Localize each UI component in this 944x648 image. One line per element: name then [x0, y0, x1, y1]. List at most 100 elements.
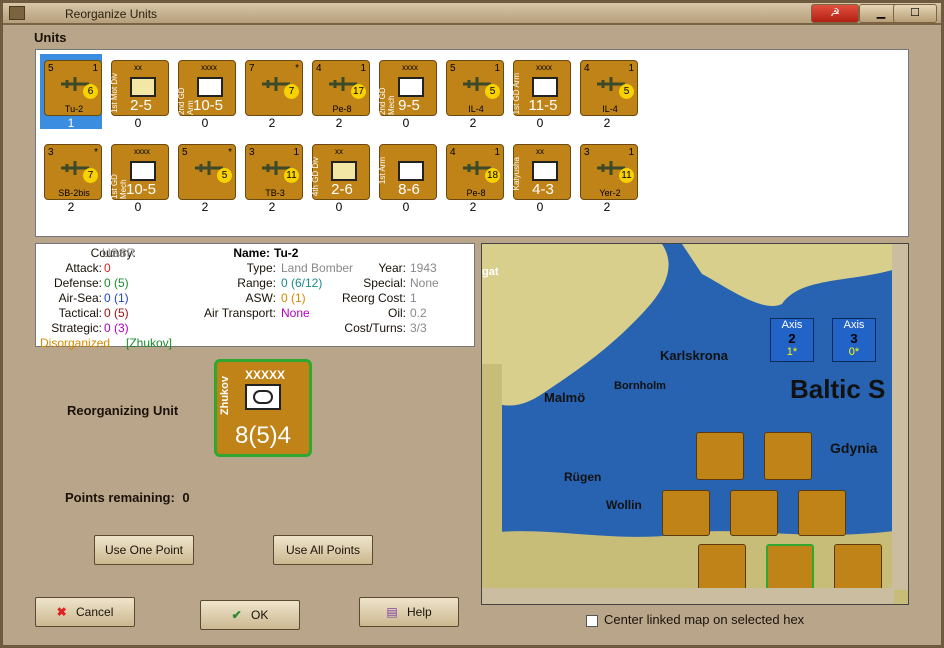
unit-slot[interactable]: 4th GD Div xx 2-6 0	[308, 138, 370, 214]
unit-size: xx	[536, 147, 544, 156]
unit-strength: 2-5	[130, 97, 152, 114]
unit-size: xx	[335, 147, 343, 156]
arm-symbol-icon	[398, 161, 424, 181]
unit-slot[interactable]: 1st GD Arm xxxx 11-5 0	[509, 54, 571, 130]
unit-counter[interactable]: 3 1 11 Yer-2	[580, 144, 638, 200]
map-counter-selected[interactable]	[766, 544, 814, 590]
unit-counter[interactable]: 4 1 18 Pe-8	[446, 144, 504, 200]
unit-strength: 10-5	[125, 181, 157, 198]
axis-value-2: 3	[850, 331, 858, 346]
unit-counter[interactable]: 5 1 5 IL-4	[446, 60, 504, 116]
unit-counter[interactable]: 1st Mot Div xx 2-5	[110, 60, 169, 116]
unit-counter[interactable]: 3 * 7 SB-2bis	[44, 144, 102, 200]
unit-slot[interactable]: 1st Arm 8-6 0	[375, 138, 437, 214]
unit-size: xx	[134, 63, 142, 72]
unit-slot[interactable]: 7 * 7 2	[241, 54, 303, 130]
unit-type-name: TB-3	[265, 188, 285, 198]
unit-counter[interactable]: 1st GD Mech xxxx 10-5	[110, 144, 169, 200]
map-counter-5[interactable]	[798, 490, 846, 536]
axis-marker-2[interactable]: Axis 3 0*	[832, 318, 876, 362]
unit-counter[interactable]: 1st GD Arm xxxx 11-5	[512, 60, 571, 116]
checkbox-icon[interactable]	[586, 614, 598, 627]
air-transport-label: Air Transport:	[203, 306, 276, 320]
unit-counter[interactable]: 4th GD Div xx 2-6	[311, 144, 370, 200]
unit-counter[interactable]: 4 1 17 Pe-8	[312, 60, 370, 116]
unit-counter[interactable]: 4 1 5 IL-4	[580, 60, 638, 116]
unit-value: 8(5)4	[234, 422, 292, 449]
cancel-label: Cancel	[76, 605, 114, 619]
ok-button[interactable]: ✔ OK	[200, 600, 300, 630]
mech-symbol-icon	[398, 77, 424, 97]
unit-slot[interactable]: 5 * 5 2	[174, 138, 236, 214]
unit-slot[interactable]: 3 1 11 TB-3 2	[241, 138, 303, 214]
unit-counter[interactable]: 7 * 7	[245, 60, 303, 116]
unit-counter[interactable]: 3 1 11 TB-3	[245, 144, 303, 200]
unit-slot[interactable]: 1st Mot Div xx 2-5 0	[107, 54, 169, 130]
help-button[interactable]: ▤ Help	[359, 597, 459, 627]
map-counter-2[interactable]	[764, 432, 812, 480]
unit-right-value: 1	[628, 63, 634, 74]
unit-badge: 11	[284, 168, 299, 183]
center-linked-map-label: Center linked map on selected hex	[604, 612, 805, 627]
inf-symbol-icon	[331, 161, 357, 181]
unit-counter[interactable]: 2nd GD Arm xxxx 10-5	[177, 60, 236, 116]
unit-counter[interactable]: 1st Arm 8-6	[378, 144, 437, 200]
unit-strength: 4-3	[532, 181, 554, 198]
units-label: Units	[34, 30, 67, 45]
map-counter-4[interactable]	[730, 490, 778, 536]
map-counter-3[interactable]	[662, 490, 710, 536]
unit-counter[interactable]: 5 1 6 Tu-2	[44, 60, 102, 116]
points-remaining-value: 0	[182, 490, 190, 505]
unit-count: 2	[469, 116, 477, 130]
maximize-icon[interactable]: ☐	[893, 4, 937, 23]
use-one-point-button[interactable]: Use One Point	[94, 535, 194, 565]
axis-marker-1[interactable]: Axis 2 1*	[770, 318, 814, 362]
oil-label: Oil:	[388, 306, 406, 320]
use-all-points-button[interactable]: Use All Points	[273, 535, 373, 565]
unit-strength: 10-5	[192, 97, 224, 114]
reorganizing-unit-counter: Zhukov XXXXX 8(5)4	[214, 359, 312, 457]
axis-sub-2: 0*	[848, 346, 860, 358]
unit-slot[interactable]: 2nd GD Arm xxxx 10-5 0	[174, 54, 236, 130]
center-linked-map-checkbox[interactable]: Center linked map on selected hex	[586, 612, 804, 627]
map-counter-7[interactable]	[834, 544, 882, 590]
close-window-icon[interactable]: ☭	[811, 4, 859, 23]
unit-badge: 6	[83, 84, 98, 99]
leader-name: Zhukov	[219, 376, 231, 416]
unit-left-value: 5	[450, 63, 456, 74]
help-label: Help	[407, 605, 432, 619]
unit-size: xxxx	[402, 63, 418, 72]
tactical-label: Tactical:	[58, 306, 102, 320]
unit-slot[interactable]: 4 1 17 Pe-8 2	[308, 54, 370, 130]
unit-counter[interactable]: Katyusha xx 4-3	[512, 144, 571, 200]
map-horizontal-scrollbar[interactable]	[482, 588, 894, 604]
title-bar[interactable]: Reorganize Units ☭ ▁ ☐	[3, 3, 941, 25]
unit-counter[interactable]: 2nd GD Mech xxxx 9-5	[378, 60, 437, 116]
unit-slot[interactable]: 1st GD Mech xxxx 10-5 0	[107, 138, 169, 214]
unit-slot[interactable]: Katyusha xx 4-3 0	[509, 138, 571, 214]
unit-slot[interactable]: 4 1 5 IL-4 2	[576, 54, 638, 130]
cancel-button[interactable]: ✖ Cancel	[35, 597, 135, 627]
unit-count: 2	[603, 200, 611, 214]
unit-slot[interactable]: 5 1 6 Tu-2 1	[40, 54, 102, 130]
axis-label-1: Axis	[781, 319, 803, 331]
arm-symbol-icon	[197, 77, 223, 97]
cancel-icon: ✖	[56, 605, 67, 619]
map-counter-1[interactable]	[696, 432, 744, 480]
unit-right-value: 1	[92, 63, 98, 74]
unit-slot[interactable]: 5 1 5 IL-4 2	[442, 54, 504, 130]
unit-left-value: 7	[249, 63, 255, 74]
unit-counter[interactable]: 5 * 5	[178, 144, 236, 200]
unit-slot[interactable]: 2nd GD Mech xxxx 9-5 0	[375, 54, 437, 130]
linked-map[interactable]: Karlskrona Bornholm Baltic S Malmö Gdyni…	[481, 243, 909, 605]
map-counter-6[interactable]	[698, 544, 746, 590]
map-vertical-scrollbar[interactable]	[892, 244, 908, 590]
unit-slot[interactable]: 4 1 18 Pe-8 2	[442, 138, 504, 214]
unit-slot[interactable]: 3 * 7 SB-2bis 2	[40, 138, 102, 214]
unit-count: 0	[201, 116, 209, 130]
unit-slot[interactable]: 3 1 11 Yer-2 2	[576, 138, 638, 214]
unit-info-panel: Country: USSR Attack: 0 Defense: 0 (5) A…	[35, 243, 475, 350]
asw-label: ASW:	[245, 291, 276, 305]
attack-label: Attack:	[65, 261, 102, 275]
unit-type-name: IL-4	[468, 104, 484, 114]
